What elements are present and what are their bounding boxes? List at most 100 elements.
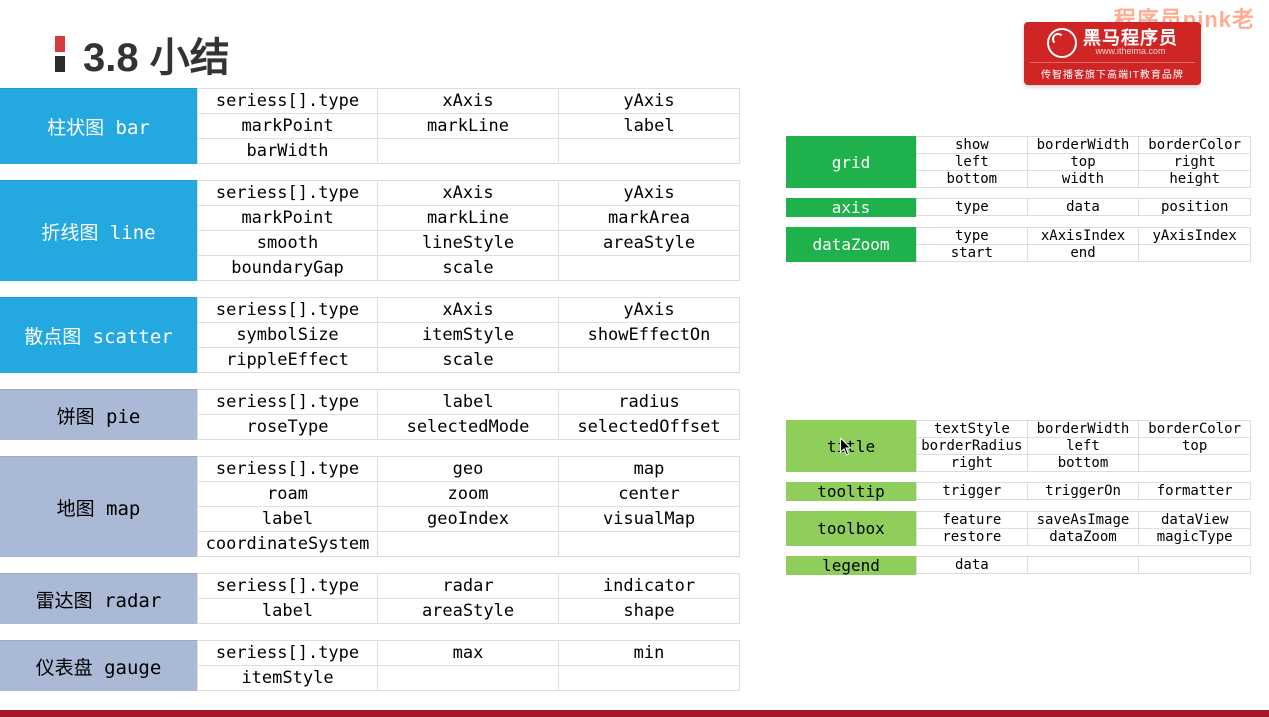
option-cell: borderRadius — [916, 438, 1028, 455]
property-cell — [378, 532, 559, 557]
footer-bar — [0, 710, 1269, 717]
option-group-label: dataZoom — [786, 227, 916, 262]
option-cell: feature — [916, 511, 1028, 529]
option-group-label: axis — [786, 198, 916, 217]
option-cell: top — [1139, 438, 1251, 455]
option-cell — [1139, 245, 1251, 262]
option-cell: yAxisIndex — [1139, 227, 1251, 245]
property-cell: zoom — [378, 482, 559, 507]
option-cell: top — [1028, 154, 1140, 171]
option-cell: left — [1028, 438, 1140, 455]
property-cell: markLine — [378, 114, 559, 139]
option-cell — [1139, 455, 1251, 472]
brand-name: 黑马程序员 — [1083, 29, 1178, 47]
option-cell: xAxisIndex — [1028, 227, 1140, 245]
property-cell — [559, 256, 740, 281]
property-cell: coordinateSystem — [197, 532, 378, 557]
property-cell: selectedMode — [378, 415, 559, 440]
property-cell: shape — [559, 599, 740, 624]
property-cell: seriess[].type — [197, 573, 378, 599]
property-cell: yAxis — [559, 180, 740, 206]
option-group-label: tooltip — [786, 482, 916, 501]
property-cell: label — [559, 114, 740, 139]
option-cell: end — [1028, 245, 1140, 262]
common-options-table-b: titletextStyleborderWidthborderColorbord… — [786, 420, 1251, 585]
property-cell: itemStyle — [378, 323, 559, 348]
option-cell: left — [916, 154, 1028, 171]
property-cell: markPoint — [197, 114, 378, 139]
property-cell: symbolSize — [197, 323, 378, 348]
option-cell: type — [916, 227, 1028, 245]
property-cell: rippleEffect — [197, 348, 378, 373]
common-options-table-a: gridshowborderWidthborderColorlefttoprig… — [786, 136, 1251, 272]
chart-type-label: 地图 map — [0, 456, 197, 557]
property-cell: roam — [197, 482, 378, 507]
property-cell: seriess[].type — [197, 180, 378, 206]
option-cell: borderColor — [1139, 136, 1251, 154]
heading-text: 3.8 小结 — [83, 25, 230, 83]
option-cell: dataZoom — [1028, 529, 1140, 546]
option-cell: formatter — [1139, 482, 1251, 500]
property-cell: scale — [378, 256, 559, 281]
property-cell: seriess[].type — [197, 456, 378, 482]
option-cell: bottom — [916, 171, 1028, 188]
property-cell: seriess[].type — [197, 297, 378, 323]
property-cell: xAxis — [378, 88, 559, 114]
heading-accent-icon — [55, 56, 65, 72]
option-cell: saveAsImage — [1028, 511, 1140, 529]
property-cell: seriess[].type — [197, 389, 378, 415]
property-cell: max — [378, 640, 559, 666]
option-group-label: toolbox — [786, 511, 916, 546]
option-cell: bottom — [1028, 455, 1140, 472]
horse-icon — [1047, 28, 1077, 58]
option-cell: magicType — [1139, 529, 1251, 546]
property-cell: visualMap — [559, 507, 740, 532]
property-cell: markArea — [559, 206, 740, 231]
property-cell: markLine — [378, 206, 559, 231]
property-cell: xAxis — [378, 180, 559, 206]
property-cell: yAxis — [559, 297, 740, 323]
chart-type-label: 雷达图 radar — [0, 573, 197, 624]
option-cell: restore — [916, 529, 1028, 546]
property-cell: label — [378, 389, 559, 415]
property-cell — [559, 666, 740, 691]
property-cell — [559, 139, 740, 164]
option-cell: trigger — [916, 482, 1028, 500]
option-cell: data — [916, 556, 1028, 574]
option-cell: height — [1139, 171, 1251, 188]
property-cell: min — [559, 640, 740, 666]
property-cell: smooth — [197, 231, 378, 256]
property-cell: markPoint — [197, 206, 378, 231]
property-cell: itemStyle — [197, 666, 378, 691]
property-cell: radius — [559, 389, 740, 415]
option-cell — [1028, 556, 1140, 574]
option-cell: type — [916, 198, 1028, 216]
chart-type-label: 折线图 line — [0, 180, 197, 281]
option-cell: triggerOn — [1028, 482, 1140, 500]
property-cell — [378, 666, 559, 691]
property-cell: label — [197, 599, 378, 624]
chart-type-label: 仪表盘 gauge — [0, 640, 197, 691]
property-cell: scale — [378, 348, 559, 373]
property-cell: yAxis — [559, 88, 740, 114]
option-cell: borderWidth — [1028, 420, 1140, 438]
property-cell — [559, 348, 740, 373]
chart-type-label: 散点图 scatter — [0, 297, 197, 373]
option-cell: width — [1028, 171, 1140, 188]
property-cell: label — [197, 507, 378, 532]
heading-accent-icon — [55, 36, 65, 52]
property-cell: seriess[].type — [197, 640, 378, 666]
brand-logo: 黑马程序员 www.itheima.com 传智播客旗下高端IT教育品牌 — [1024, 22, 1201, 85]
property-cell: areaStyle — [559, 231, 740, 256]
property-cell: seriess[].type — [197, 88, 378, 114]
brand-tagline: 传智播客旗下高端IT教育品牌 — [1030, 62, 1195, 81]
property-cell — [378, 139, 559, 164]
property-cell: boundaryGap — [197, 256, 378, 281]
option-group-label: grid — [786, 136, 916, 188]
option-group-label: legend — [786, 556, 916, 575]
option-cell — [1139, 556, 1251, 574]
property-cell: radar — [378, 573, 559, 599]
property-cell: roseType — [197, 415, 378, 440]
property-cell: areaStyle — [378, 599, 559, 624]
chart-type-label: 饼图 pie — [0, 389, 197, 440]
